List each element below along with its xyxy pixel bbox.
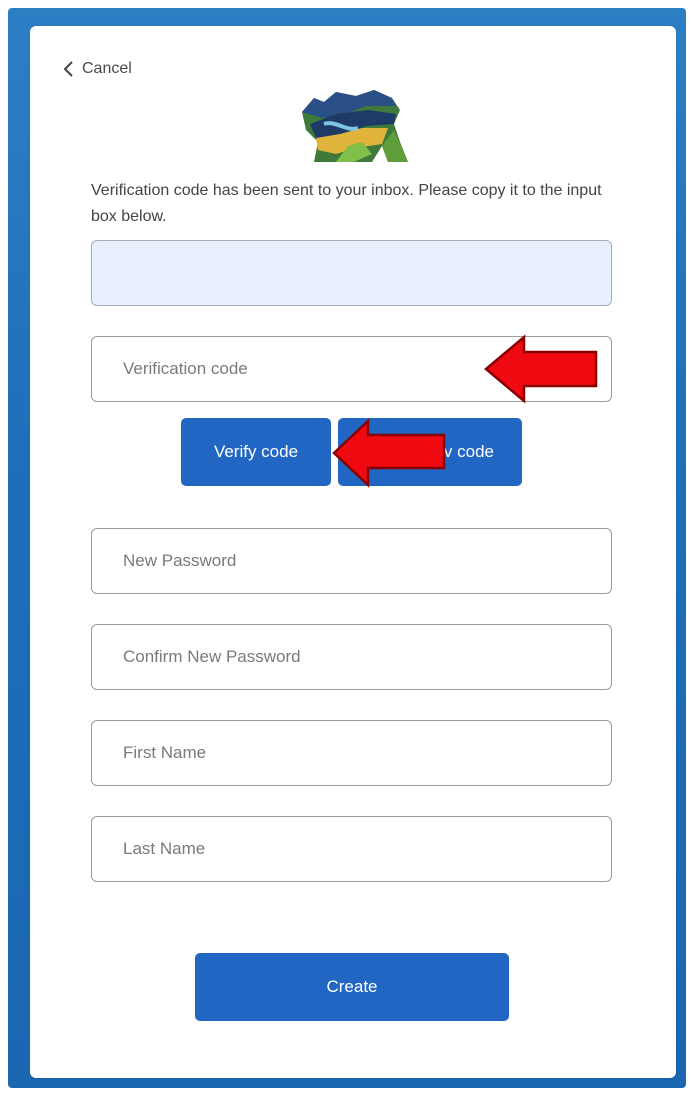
red-arrow-icon (484, 334, 598, 404)
first-name-input[interactable] (91, 720, 612, 786)
last-name-input[interactable] (91, 816, 612, 882)
verify-code-button[interactable]: Verify code (181, 418, 331, 486)
create-button[interactable]: Create (195, 953, 509, 1021)
instruction-message: Verification code has been sent to your … (91, 182, 602, 225)
send-new-code-label: v code (443, 442, 494, 461)
confirm-password-input[interactable] (91, 624, 612, 690)
chevron-left-icon (63, 61, 73, 77)
red-arrow-icon (332, 418, 446, 488)
email-field[interactable] (91, 240, 612, 306)
bear-logo (302, 90, 408, 162)
cancel-label: Cancel (82, 60, 132, 77)
new-password-input[interactable] (91, 528, 612, 594)
cancel-link[interactable]: Cancel (62, 60, 132, 78)
